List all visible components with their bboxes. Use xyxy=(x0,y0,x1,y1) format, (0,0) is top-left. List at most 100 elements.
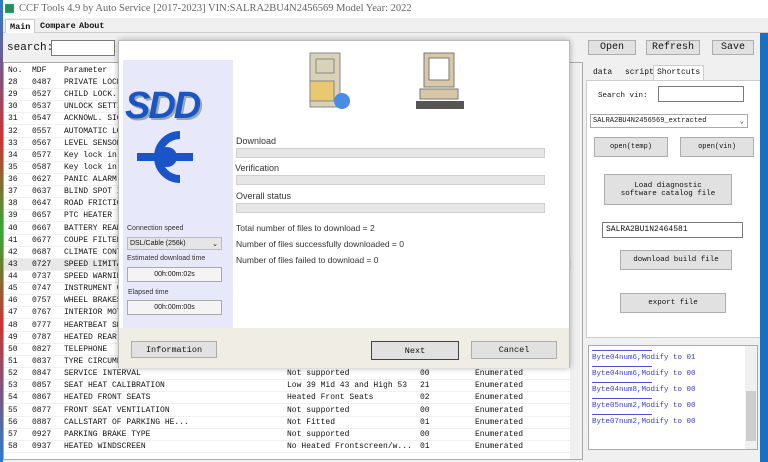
total-files-text: Total number of files to download = 2 xyxy=(236,223,375,233)
table-row[interactable]: 57 0927 PARKING BRAKE TYPE Not supported 00 E… xyxy=(4,429,572,441)
cell-no: 54 xyxy=(8,393,18,403)
search-input[interactable] xyxy=(51,40,115,56)
cell-no: 29 xyxy=(8,90,18,100)
load-catalog-button[interactable]: Load diagnostic software catalog file xyxy=(604,174,732,205)
cell-no: 51 xyxy=(8,356,18,366)
cell-parameter: SEAT HEAT CALIBRATION xyxy=(64,381,165,391)
cell-parameter: FRONT SEAT VENTILATION xyxy=(64,405,170,415)
cell-no: 28 xyxy=(8,78,18,87)
tab-main[interactable]: Main xyxy=(5,19,36,33)
cell-parameter: Key lock in xyxy=(64,150,117,160)
save-button[interactable]: Save xyxy=(712,40,754,55)
cell-value: Heated Front Seats xyxy=(287,393,374,403)
cell-no: 58 xyxy=(8,441,18,451)
cell-parameter: HEATED FRONT SEATS xyxy=(64,393,151,403)
cell-parameter: ROAD FRICTIO xyxy=(64,199,122,209)
vin-file-select[interactable]: SALRA2BU4N2456569_extracted ⌄ xyxy=(590,114,748,128)
verification-progress-bar xyxy=(236,175,545,185)
refresh-button[interactable]: Refresh xyxy=(646,40,700,55)
tab-shortcuts[interactable]: Shortcuts xyxy=(653,65,705,81)
cell-parameter: PANIC ALARM xyxy=(64,175,117,185)
log-entry: Byte07num2,Modify to 00 xyxy=(592,414,696,426)
sdd-emblem-icon xyxy=(137,131,193,183)
header-mdf: MDF xyxy=(32,66,47,75)
cell-parameter: BATTERY REAR xyxy=(64,223,122,233)
chevron-down-icon: ⌄ xyxy=(739,118,744,126)
tab-data[interactable]: data xyxy=(590,66,615,80)
tab-compare[interactable]: Compare xyxy=(36,19,80,33)
cell-mdf: 0837 xyxy=(32,356,52,366)
cell-hex: 21 xyxy=(420,381,430,391)
cell-mdf: 0637 xyxy=(32,187,52,197)
cell-type: Enumerated xyxy=(475,381,524,391)
cell-value: Not supported xyxy=(287,369,350,379)
cell-no: 53 xyxy=(8,381,18,391)
cell-no: 33 xyxy=(8,138,18,148)
open-vin-button[interactable]: open(vin) xyxy=(680,137,754,157)
cell-parameter: SPEED LIMITA xyxy=(64,259,122,269)
cell-parameter: Key lock in xyxy=(64,162,117,172)
search-vin-input[interactable] xyxy=(658,86,744,102)
log-scrollbar[interactable] xyxy=(745,346,757,449)
connection-speed-select[interactable]: DSL/Cable (256k) ⌄ xyxy=(127,237,222,250)
cell-no: 46 xyxy=(8,296,18,306)
cell-mdf: 0627 xyxy=(32,175,52,185)
table-row[interactable]: 58 0937 HEATED WINDSCREEN No Heated Frontsc… xyxy=(4,441,572,453)
download-progress-bar xyxy=(236,148,545,158)
vin-input[interactable]: SALRA2BU1N2464581 xyxy=(602,222,743,238)
tab-about[interactable]: About xyxy=(75,19,109,33)
cell-mdf: 0747 xyxy=(32,284,52,294)
cell-value: Low 39 Mid 43 and High 53 xyxy=(287,381,408,391)
cell-mdf: 0737 xyxy=(32,272,52,282)
export-file-button[interactable]: export file xyxy=(620,293,726,313)
modification-log: Byte04num6,Modify to 01 Byte04num6,Modify… xyxy=(588,345,758,450)
cell-mdf: 0547 xyxy=(32,114,52,124)
cell-no: 45 xyxy=(8,284,18,294)
table-row[interactable]: 56 0887 CALLSTART OF PARKING HE... Not Fitt… xyxy=(4,417,572,429)
cell-mdf: 0867 xyxy=(32,393,52,403)
chevron-down-icon: ⌄ xyxy=(212,241,218,248)
cancel-button[interactable]: Cancel xyxy=(471,341,557,359)
cell-hex: 00 xyxy=(420,369,430,379)
cell-parameter: CALLSTART OF PARKING HE... xyxy=(64,417,189,427)
next-button[interactable]: Next xyxy=(371,341,459,360)
elapsed-time-field: 00h:00m:00s xyxy=(127,300,222,315)
cell-value: Not Fitted xyxy=(287,417,336,427)
open-temp-button[interactable]: open(temp) xyxy=(594,137,668,157)
cell-parameter: SPEED WARNIN xyxy=(64,272,122,282)
cell-parameter: WHEEL BRAKES xyxy=(64,296,122,306)
cell-type: Enumerated xyxy=(475,429,524,439)
cell-parameter: PTC HEATER ( xyxy=(64,211,122,221)
table-row[interactable]: 52 0847 SERVICE INTERVAL Not supported 00 Enu… xyxy=(4,368,572,381)
table-row[interactable]: 53 0857 SEAT HEAT CALIBRATION Low 39 Mid 43… xyxy=(4,380,572,393)
open-button[interactable]: Open xyxy=(588,40,636,55)
connection-speed-value: DSL/Cable (256k) xyxy=(130,240,186,247)
cell-mdf: 0887 xyxy=(32,417,52,427)
cell-hex: 01 xyxy=(420,417,430,427)
cell-value: Not supported xyxy=(287,429,350,439)
overall-status-label: Overall status xyxy=(236,191,292,201)
success-files-text: Number of files successfully downloaded … xyxy=(236,239,404,249)
cell-type: Enumerated xyxy=(475,441,524,451)
table-row[interactable]: 54 0867 HEATED FRONT SEATS Heated Front Sea… xyxy=(4,392,572,405)
cell-parameter: SERVICE INTERVAL xyxy=(64,369,141,379)
download-build-file-button[interactable]: download build file xyxy=(620,250,732,270)
cell-type: Enumerated xyxy=(475,417,524,427)
cell-parameter: CHILD LOCK. xyxy=(64,90,117,100)
cell-parameter: PARKING BRAKE TYPE xyxy=(64,429,151,439)
cell-mdf: 0557 xyxy=(32,126,52,136)
cell-mdf: 0937 xyxy=(32,441,52,451)
cell-parameter: COUPE FILTER xyxy=(64,235,122,245)
cell-no: 48 xyxy=(8,320,18,330)
cell-parameter: BLIND SPOT I xyxy=(64,187,122,197)
title-bar: CCF Tools 4.9 by Auto Service [2017-2023… xyxy=(3,0,768,18)
cell-mdf: 0767 xyxy=(32,308,52,318)
tab-script[interactable]: script xyxy=(622,66,657,80)
sdd-logo: SDD xyxy=(125,85,201,127)
cell-parameter: HEARTBEAT SE xyxy=(64,320,122,330)
cell-hex: 00 xyxy=(420,429,430,439)
information-button[interactable]: Information xyxy=(131,341,217,358)
table-row[interactable]: 55 0877 FRONT SEAT VENTILATION Not supporte… xyxy=(4,405,572,417)
cell-type: Enumerated xyxy=(475,405,524,415)
cell-value: No Heated Frontscreen/w... xyxy=(287,441,412,451)
